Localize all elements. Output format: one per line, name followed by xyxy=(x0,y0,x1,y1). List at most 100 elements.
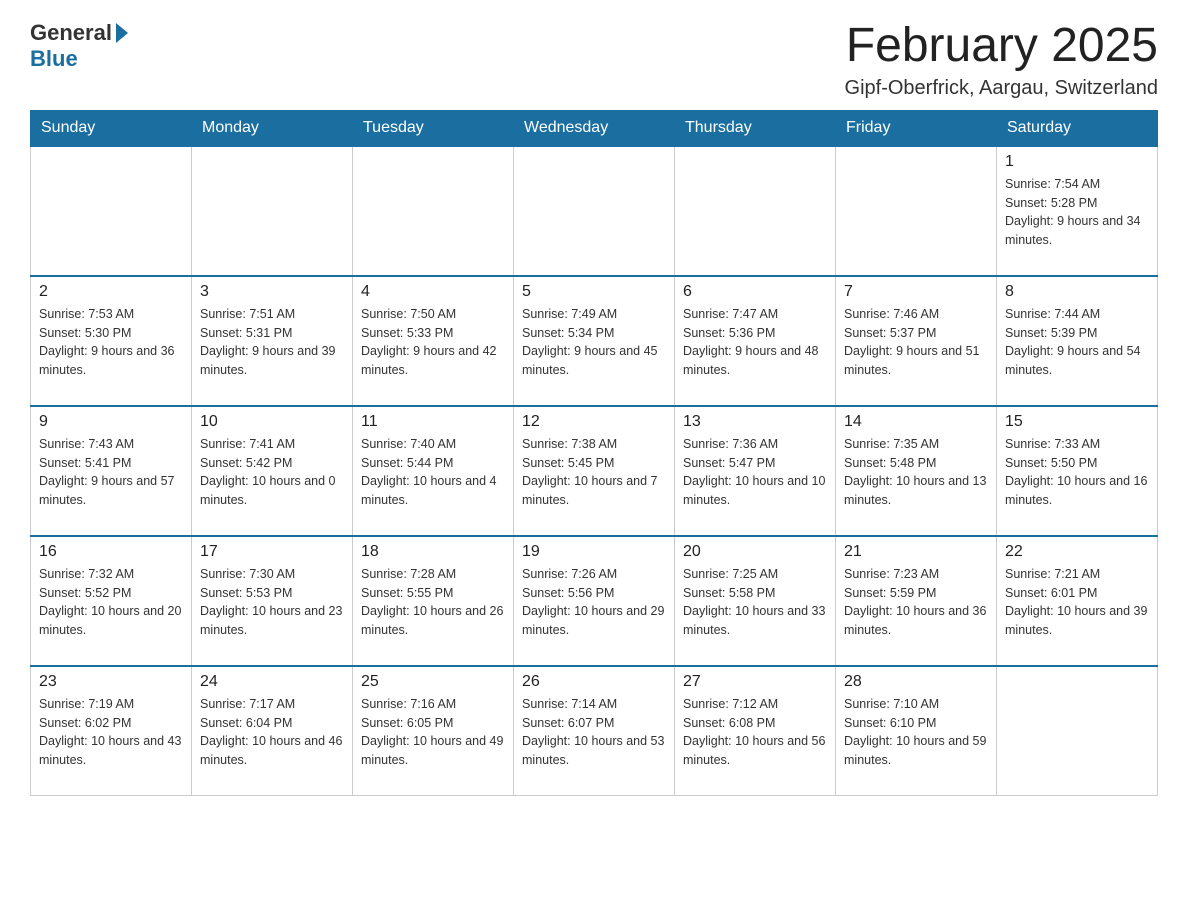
day-info: Sunrise: 7:10 AMSunset: 6:10 PMDaylight:… xyxy=(844,695,988,770)
day-info: Sunrise: 7:38 AMSunset: 5:45 PMDaylight:… xyxy=(522,435,666,510)
day-info: Sunrise: 7:50 AMSunset: 5:33 PMDaylight:… xyxy=(361,305,505,380)
day-number: 23 xyxy=(39,673,183,691)
day-info: Sunrise: 7:35 AMSunset: 5:48 PMDaylight:… xyxy=(844,435,988,510)
day-number: 8 xyxy=(1005,283,1149,301)
calendar-cell: 16 Sunrise: 7:32 AMSunset: 5:52 PMDayligh… xyxy=(31,536,192,666)
day-number: 24 xyxy=(200,673,344,691)
day-number: 13 xyxy=(683,413,827,431)
title-area: February 2025 Gipf-Oberfrick, Aargau, Sw… xyxy=(845,20,1158,100)
calendar-cell xyxy=(997,666,1158,796)
day-number: 1 xyxy=(1005,153,1149,171)
calendar-cell: 4 Sunrise: 7:50 AMSunset: 5:33 PMDaylight… xyxy=(353,276,514,406)
calendar-cell xyxy=(192,146,353,276)
calendar-week-row: 1 Sunrise: 7:54 AMSunset: 5:28 PMDaylight… xyxy=(31,146,1158,276)
calendar-cell: 15 Sunrise: 7:33 AMSunset: 5:50 PMDayligh… xyxy=(997,406,1158,536)
calendar-week-row: 9Sunrise: 7:43 AMSunset: 5:41 PMDaylight… xyxy=(31,406,1158,536)
calendar-cell: 24 Sunrise: 7:17 AMSunset: 6:04 PMDayligh… xyxy=(192,666,353,796)
day-number: 4 xyxy=(361,283,505,301)
calendar-cell: 23 Sunrise: 7:19 AMSunset: 6:02 PMDayligh… xyxy=(31,666,192,796)
calendar-cell: 6Sunrise: 7:47 AMSunset: 5:36 PMDaylight… xyxy=(675,276,836,406)
day-number: 6 xyxy=(683,283,827,301)
calendar-cell: 18 Sunrise: 7:28 AMSunset: 5:55 PMDayligh… xyxy=(353,536,514,666)
day-number: 16 xyxy=(39,543,183,561)
day-info: Sunrise: 7:19 AMSunset: 6:02 PMDaylight:… xyxy=(39,695,183,770)
day-number: 2 xyxy=(39,283,183,301)
day-info: Sunrise: 7:21 AMSunset: 6:01 PMDaylight:… xyxy=(1005,565,1149,640)
month-title: February 2025 xyxy=(845,20,1158,73)
day-of-week-header: Friday xyxy=(836,110,997,146)
calendar-week-row: 16 Sunrise: 7:32 AMSunset: 5:52 PMDayligh… xyxy=(31,536,1158,666)
calendar-week-row: 2 Sunrise: 7:53 AMSunset: 5:30 PMDaylight… xyxy=(31,276,1158,406)
day-info: Sunrise: 7:32 AMSunset: 5:52 PMDaylight:… xyxy=(39,565,183,640)
calendar-cell: 12 Sunrise: 7:38 AMSunset: 5:45 PMDayligh… xyxy=(514,406,675,536)
calendar-cell xyxy=(675,146,836,276)
day-number: 21 xyxy=(844,543,988,561)
calendar-cell: 5Sunrise: 7:49 AMSunset: 5:34 PMDaylight… xyxy=(514,276,675,406)
calendar-table: SundayMondayTuesdayWednesdayThursdayFrid… xyxy=(30,110,1158,797)
day-info: Sunrise: 7:26 AMSunset: 5:56 PMDaylight:… xyxy=(522,565,666,640)
day-info: Sunrise: 7:36 AMSunset: 5:47 PMDaylight:… xyxy=(683,435,827,510)
day-info: Sunrise: 7:46 AMSunset: 5:37 PMDaylight:… xyxy=(844,305,988,380)
day-info: Sunrise: 7:33 AMSunset: 5:50 PMDaylight:… xyxy=(1005,435,1149,510)
day-info: Sunrise: 7:54 AMSunset: 5:28 PMDaylight:… xyxy=(1005,175,1149,250)
day-info: Sunrise: 7:17 AMSunset: 6:04 PMDaylight:… xyxy=(200,695,344,770)
day-number: 14 xyxy=(844,413,988,431)
logo-general-text: General xyxy=(30,20,112,46)
day-number: 15 xyxy=(1005,413,1149,431)
day-info: Sunrise: 7:41 AMSunset: 5:42 PMDaylight:… xyxy=(200,435,344,510)
day-info: Sunrise: 7:51 AMSunset: 5:31 PMDaylight:… xyxy=(200,305,344,380)
calendar-cell: 21 Sunrise: 7:23 AMSunset: 5:59 PMDayligh… xyxy=(836,536,997,666)
day-of-week-header: Wednesday xyxy=(514,110,675,146)
day-info: Sunrise: 7:44 AMSunset: 5:39 PMDaylight:… xyxy=(1005,305,1149,380)
day-info: Sunrise: 7:53 AMSunset: 5:30 PMDaylight:… xyxy=(39,305,183,380)
calendar-cell: 3 Sunrise: 7:51 AMSunset: 5:31 PMDaylight… xyxy=(192,276,353,406)
calendar-cell: 25 Sunrise: 7:16 AMSunset: 6:05 PMDayligh… xyxy=(353,666,514,796)
calendar-week-row: 23 Sunrise: 7:19 AMSunset: 6:02 PMDayligh… xyxy=(31,666,1158,796)
calendar-cell: 1 Sunrise: 7:54 AMSunset: 5:28 PMDaylight… xyxy=(997,146,1158,276)
calendar-header-row: SundayMondayTuesdayWednesdayThursdayFrid… xyxy=(31,110,1158,146)
calendar-cell: 2 Sunrise: 7:53 AMSunset: 5:30 PMDaylight… xyxy=(31,276,192,406)
day-info: Sunrise: 7:12 AMSunset: 6:08 PMDaylight:… xyxy=(683,695,827,770)
day-of-week-header: Monday xyxy=(192,110,353,146)
day-number: 20 xyxy=(683,543,827,561)
logo: General Blue xyxy=(30,20,130,72)
day-number: 9 xyxy=(39,413,183,431)
day-number: 11 xyxy=(361,413,505,431)
day-of-week-header: Sunday xyxy=(31,110,192,146)
day-info: Sunrise: 7:16 AMSunset: 6:05 PMDaylight:… xyxy=(361,695,505,770)
day-number: 27 xyxy=(683,673,827,691)
day-number: 12 xyxy=(522,413,666,431)
calendar-cell: 13 Sunrise: 7:36 AMSunset: 5:47 PMDayligh… xyxy=(675,406,836,536)
day-number: 5 xyxy=(522,283,666,301)
day-info: Sunrise: 7:40 AMSunset: 5:44 PMDaylight:… xyxy=(361,435,505,510)
calendar-cell: 10 Sunrise: 7:41 AMSunset: 5:42 PMDayligh… xyxy=(192,406,353,536)
calendar-cell xyxy=(514,146,675,276)
page-header: General Blue February 2025 Gipf-Oberfric… xyxy=(30,20,1158,100)
day-number: 18 xyxy=(361,543,505,561)
day-number: 22 xyxy=(1005,543,1149,561)
location: Gipf-Oberfrick, Aargau, Switzerland xyxy=(845,77,1158,100)
day-info: Sunrise: 7:23 AMSunset: 5:59 PMDaylight:… xyxy=(844,565,988,640)
calendar-cell: 14 Sunrise: 7:35 AMSunset: 5:48 PMDayligh… xyxy=(836,406,997,536)
day-of-week-header: Saturday xyxy=(997,110,1158,146)
day-info: Sunrise: 7:25 AMSunset: 5:58 PMDaylight:… xyxy=(683,565,827,640)
calendar-cell: 17Sunrise: 7:30 AMSunset: 5:53 PMDayligh… xyxy=(192,536,353,666)
calendar-cell: 8 Sunrise: 7:44 AMSunset: 5:39 PMDaylight… xyxy=(997,276,1158,406)
logo-arrow-icon xyxy=(116,23,128,43)
day-number: 25 xyxy=(361,673,505,691)
calendar-cell: 28 Sunrise: 7:10 AMSunset: 6:10 PMDayligh… xyxy=(836,666,997,796)
day-number: 3 xyxy=(200,283,344,301)
logo-blue-text: Blue xyxy=(30,46,78,72)
day-info: Sunrise: 7:28 AMSunset: 5:55 PMDaylight:… xyxy=(361,565,505,640)
calendar-cell: 11 Sunrise: 7:40 AMSunset: 5:44 PMDayligh… xyxy=(353,406,514,536)
day-number: 17 xyxy=(200,543,344,561)
day-info: Sunrise: 7:14 AMSunset: 6:07 PMDaylight:… xyxy=(522,695,666,770)
calendar-cell: 7Sunrise: 7:46 AMSunset: 5:37 PMDaylight… xyxy=(836,276,997,406)
day-number: 28 xyxy=(844,673,988,691)
calendar-cell: 26Sunrise: 7:14 AMSunset: 6:07 PMDayligh… xyxy=(514,666,675,796)
calendar-cell: 20 Sunrise: 7:25 AMSunset: 5:58 PMDayligh… xyxy=(675,536,836,666)
day-number: 10 xyxy=(200,413,344,431)
day-of-week-header: Tuesday xyxy=(353,110,514,146)
calendar-cell xyxy=(353,146,514,276)
calendar-cell xyxy=(31,146,192,276)
